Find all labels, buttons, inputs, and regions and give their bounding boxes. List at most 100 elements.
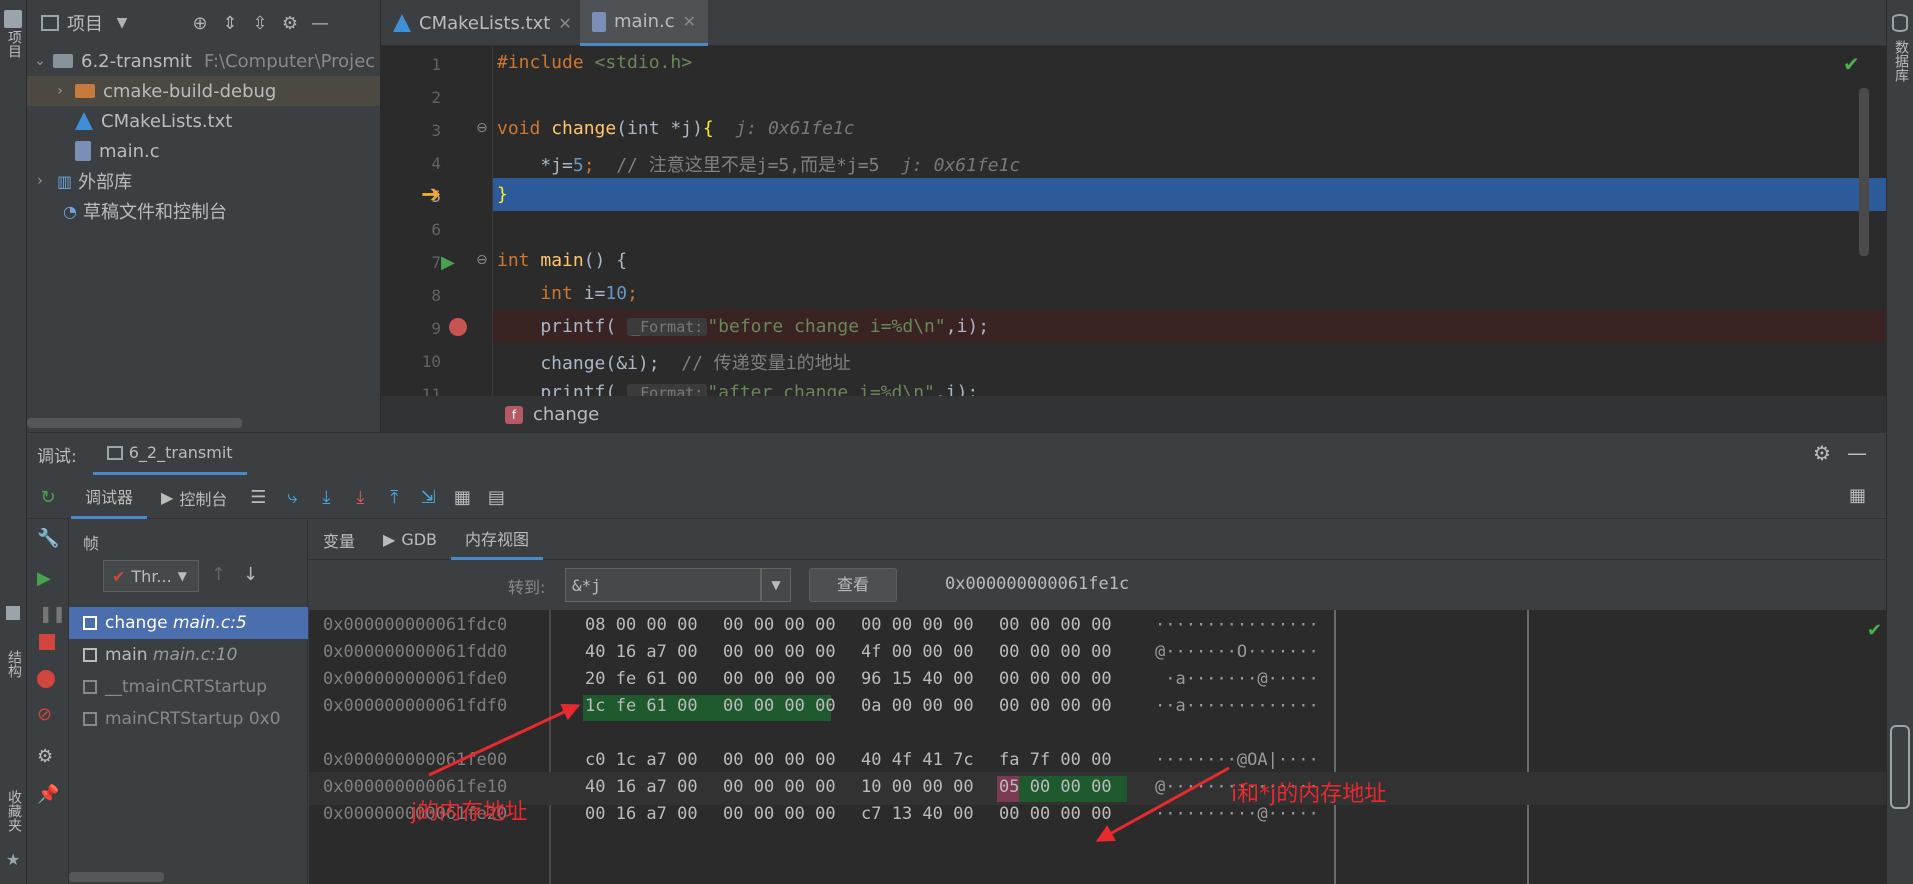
structure-icon[interactable] <box>6 606 20 620</box>
tab-debugger[interactable]: 调试器 <box>71 477 148 519</box>
view-breakpoints-icon[interactable] <box>37 670 55 688</box>
gear-icon[interactable]: ⚙ <box>279 12 301 34</box>
check-icon: ✔ <box>1843 52 1860 76</box>
console-icon: ▶ <box>161 488 174 507</box>
tree-item-project-root[interactable]: ⌄ 6.2-transmit F:\Computer\Projec <box>27 46 380 76</box>
step-into-icon[interactable]: ⤓ <box>343 481 377 515</box>
database-tool-label[interactable]: 数据库 <box>1891 40 1911 82</box>
line-number: 10 <box>421 352 441 371</box>
minimize-icon[interactable]: — <box>1847 441 1867 465</box>
stop-icon[interactable] <box>39 634 55 650</box>
project-tool-label[interactable]: 项目 <box>4 30 24 58</box>
scroll-minimap[interactable] <box>1890 725 1910 809</box>
tree-item-label: 6.2-transmit <box>81 50 192 72</box>
star-icon[interactable]: ★ <box>6 850 20 869</box>
c-file-icon <box>75 141 91 161</box>
settings-icon[interactable]: ⚙ <box>37 746 53 767</box>
run-icon[interactable]: ▶ <box>441 252 455 273</box>
arrow-down-icon[interactable]: ↓ <box>243 564 258 585</box>
layout-icon[interactable]: ▤ <box>479 481 513 515</box>
tab-cmakelists[interactable]: CMakeLists.txt ✕ <box>381 0 578 46</box>
cmake-file-icon <box>393 14 411 32</box>
code-line-11[interactable]: printf( _Format: "after change i=%d\n",i)… <box>497 382 978 396</box>
close-icon[interactable]: ✕ <box>683 12 696 31</box>
tree-item-cmake-build-debug[interactable]: › cmake-build-debug <box>27 76 380 106</box>
show-execution-point-icon[interactable]: ⤷ <box>275 481 309 515</box>
folder-icon <box>53 54 73 68</box>
locate-icon[interactable]: ⊕ <box>189 12 211 34</box>
code-line-3[interactable]: void change(int *j){ j: 0x61fe1c <box>497 118 855 139</box>
minimize-icon[interactable]: — <box>309 12 331 34</box>
run-to-cursor-icon[interactable]: ⇲ <box>411 481 445 515</box>
tab-main-c[interactable]: main.c ✕ <box>580 0 708 46</box>
pause-icon[interactable]: ❚❚ <box>39 604 66 623</box>
mute-breakpoints-icon[interactable]: ⊘ <box>37 704 52 725</box>
gear-icon[interactable]: ⚙ <box>1813 441 1831 465</box>
frame-row[interactable]: main main.c:10 <box>69 639 308 671</box>
editor-tabbar: CMakeLists.txt ✕ main.c ✕ <box>381 0 1886 46</box>
vertical-scrollbar[interactable] <box>1859 88 1869 256</box>
tab-console[interactable]: ▶ 控制台 <box>147 477 241 519</box>
debug-config-tab[interactable]: 6_2_transmit <box>92 433 247 475</box>
execution-point-arrow-icon: ➔ <box>421 180 442 208</box>
chevron-down-icon[interactable]: ▼ <box>111 12 133 34</box>
frames-panel: 帧 ✔ Thr... ▼ ↑ ↓ change main.c:5 main ma… <box>69 520 308 884</box>
thread-select[interactable]: ✔ Thr... ▼ <box>103 560 199 592</box>
wrench-icon[interactable]: 🔧 <box>37 528 59 549</box>
tab-label: CMakeLists.txt <box>419 12 551 34</box>
close-icon[interactable]: ✕ <box>558 14 571 33</box>
code-line-1[interactable]: #include <stdio.h> <box>497 52 692 73</box>
structure-tool-label[interactable]: 结构 <box>4 650 24 678</box>
tree-item-scratches[interactable]: ◔ 草稿文件和控制台 <box>27 196 380 226</box>
fold-icon[interactable]: ⊖ <box>476 252 488 268</box>
horizontal-scrollbar[interactable] <box>69 872 164 882</box>
frame-row[interactable]: __tmainCRTStartup <box>69 671 308 703</box>
chevron-down-icon[interactable]: ⌄ <box>33 53 47 69</box>
collapse-all-icon[interactable]: ⇳ <box>249 12 271 34</box>
line-number: 4 <box>431 154 441 173</box>
code-line-7[interactable]: int main() { <box>497 250 627 271</box>
code-line-9[interactable]: printf( _Format: "before change i=%d\n",i… <box>497 316 989 337</box>
chevron-right-icon[interactable]: › <box>33 173 47 189</box>
tree-item-label: 草稿文件和控制台 <box>82 202 227 223</box>
menu-icon[interactable]: ☰ <box>241 481 275 515</box>
code-line-10[interactable]: change(&i); // 传递变量i的地址 <box>497 349 850 375</box>
chevron-right-icon[interactable]: › <box>53 83 67 99</box>
tree-item-label: 外部库 <box>78 172 133 193</box>
favorites-tool-label[interactable]: 收藏夹 <box>4 790 24 832</box>
tree-item-main-c[interactable]: main.c <box>27 136 380 166</box>
breakpoint-icon[interactable] <box>449 318 467 336</box>
frame-row[interactable]: change main.c:5 <box>69 607 308 639</box>
debug-title-bar: 调试: 6_2_transmit ⚙ — <box>27 433 1886 475</box>
arrow-up-icon[interactable]: ↑ <box>211 564 226 585</box>
frame-icon <box>83 712 97 726</box>
frame-icon <box>83 648 97 662</box>
project-tool-icon[interactable] <box>4 10 22 28</box>
c-file-icon <box>592 11 606 32</box>
breadcrumb[interactable]: change <box>533 404 599 425</box>
line-number: 6 <box>431 220 441 239</box>
step-over-icon[interactable]: ⤓ <box>309 481 343 515</box>
code-line-5[interactable]: } <box>497 184 508 205</box>
layout-settings-icon[interactable]: ▦ <box>1849 485 1866 506</box>
line-number: 2 <box>431 88 441 107</box>
resume-icon[interactable]: ▶ <box>37 568 51 589</box>
pin-icon[interactable]: 📌 <box>37 784 59 805</box>
database-icon[interactable] <box>1892 14 1908 32</box>
code-line-4[interactable]: *j=5; // 注意这里不是j=5,而是*j=5 j: 0x61fe1c <box>497 151 1020 177</box>
project-title[interactable]: 项目 <box>67 10 103 36</box>
frame-icon <box>83 616 97 630</box>
evaluate-icon[interactable]: ▦ <box>445 481 479 515</box>
project-panel: 项目 ▼ ⊕ ⇕ ⇳ ⚙ — ⌄ 6.2-transmit F:\Compute… <box>27 0 380 432</box>
step-out-icon[interactable]: ⤒ <box>377 481 411 515</box>
horizontal-scrollbar[interactable] <box>27 418 242 428</box>
tree-item-external-libs[interactable]: › ▥ 外部库 <box>27 166 380 196</box>
current-execution-line <box>492 178 1886 211</box>
fold-icon[interactable]: ⊖ <box>476 120 488 136</box>
rerun-icon[interactable]: ↻ <box>31 481 65 515</box>
frame-row[interactable]: mainCRTStartup 0x0 <box>69 703 308 735</box>
expand-all-icon[interactable]: ⇕ <box>219 12 241 34</box>
debug-actions-column: 🔧 ▶ ❚❚ ⊘ ⚙ 📌 <box>27 520 69 884</box>
tree-item-cmakelists[interactable]: CMakeLists.txt <box>27 106 380 136</box>
code-line-8[interactable]: int i=10; <box>497 283 638 304</box>
